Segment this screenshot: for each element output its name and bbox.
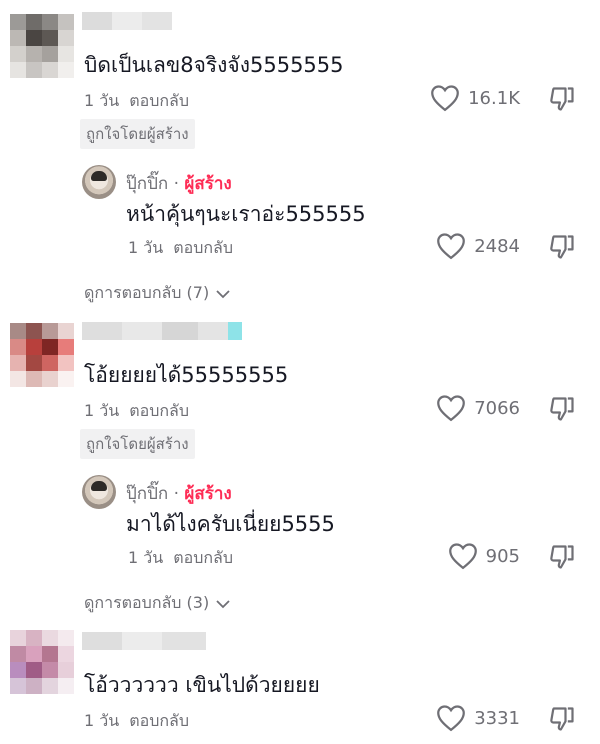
- view-replies-label: ดูการตอบกลับ (3): [84, 593, 210, 612]
- chevron-down-icon: [216, 599, 230, 608]
- chevron-down-icon: [216, 289, 230, 298]
- heart-icon: [437, 233, 466, 260]
- reply-text: มาได้ไงครับเนี่ยย5555: [126, 512, 335, 536]
- comment-meta: 1 วัน ตอบกลับ: [84, 89, 189, 114]
- comment-text: โอ้ยยยยได้55555555: [84, 363, 289, 387]
- reply-button[interactable]: ตอบกลับ: [173, 238, 233, 257]
- dislike-icon[interactable]: [548, 233, 576, 261]
- creator-label: ผู้สร้าง: [184, 484, 232, 504]
- username-blurred[interactable]: [82, 12, 172, 30]
- like-count: 16.1K: [468, 87, 520, 109]
- heart-icon: [431, 85, 459, 112]
- avatar[interactable]: [10, 323, 74, 387]
- dislike-icon[interactable]: [548, 543, 576, 571]
- heart-icon: [437, 395, 466, 422]
- comment-time: 1 วัน: [84, 401, 120, 420]
- reply-meta: 1 วัน ตอบกลับ: [128, 546, 233, 571]
- separator-dot: ·: [173, 484, 179, 504]
- like-button[interactable]: 16.1K: [430, 84, 520, 112]
- heart-icon: [437, 705, 466, 732]
- reply-author: ปุ๊กปิ๊ก · ผู้สร้าง: [126, 480, 232, 507]
- reply-meta: 1 วัน ตอบกลับ: [128, 236, 233, 261]
- comment-meta: 1 วัน ตอบกลับ: [84, 399, 189, 424]
- reply-username[interactable]: ปุ๊กปิ๊ก: [126, 484, 168, 504]
- creator-avatar[interactable]: [82, 165, 116, 199]
- avatar[interactable]: [10, 630, 74, 694]
- like-button[interactable]: 905: [448, 542, 520, 570]
- reply-time: 1 วัน: [128, 548, 164, 567]
- avatar[interactable]: [10, 14, 74, 78]
- comment-text: โอ้วววววว เขินไปด้วยยยย: [84, 673, 320, 697]
- like-button[interactable]: 7066: [436, 394, 520, 422]
- creator-label: ผู้สร้าง: [184, 174, 232, 194]
- view-replies-label: ดูการตอบกลับ (7): [84, 283, 210, 302]
- liked-by-creator-badge: ถูกใจโดยผู้สร้าง: [80, 119, 195, 149]
- comment-meta: 1 วัน ตอบกลับ: [84, 709, 189, 734]
- like-button[interactable]: 3331: [436, 704, 520, 732]
- reply-author: ปุ๊กปิ๊ก · ผู้สร้าง: [126, 170, 232, 197]
- username-blurred[interactable]: [82, 632, 206, 650]
- liked-by-creator-badge: ถูกใจโดยผู้สร้าง: [80, 429, 195, 459]
- separator-dot: ·: [173, 174, 179, 194]
- like-count: 905: [485, 545, 520, 567]
- view-replies-button[interactable]: ดูการตอบกลับ (7): [84, 281, 231, 306]
- reply-button[interactable]: ตอบกลับ: [129, 711, 189, 730]
- like-button[interactable]: 2484: [436, 232, 520, 260]
- dislike-icon[interactable]: [548, 705, 576, 733]
- heart-icon: [448, 543, 477, 570]
- like-count: 3331: [474, 707, 520, 729]
- view-replies-button[interactable]: ดูการตอบกลับ (3): [84, 591, 231, 616]
- reply-username[interactable]: ปุ๊กปิ๊ก: [126, 174, 168, 194]
- reply-button[interactable]: ตอบกลับ: [129, 91, 189, 110]
- dislike-icon[interactable]: [548, 85, 576, 113]
- like-count: 7066: [474, 397, 520, 419]
- reply-time: 1 วัน: [128, 238, 164, 257]
- comment-time: 1 วัน: [84, 91, 120, 110]
- username-blurred[interactable]: [82, 322, 242, 340]
- reply-text: หน้าคุ้นๆนะเราอ่ะ555555: [126, 202, 366, 226]
- creator-avatar[interactable]: [82, 475, 116, 509]
- dislike-icon[interactable]: [548, 395, 576, 423]
- reply-button[interactable]: ตอบกลับ: [129, 401, 189, 420]
- comment-text: บิดเป็นเลข8จริงจัง5555555: [84, 53, 344, 77]
- like-count: 2484: [474, 235, 520, 257]
- comment-time: 1 วัน: [84, 711, 120, 730]
- reply-button[interactable]: ตอบกลับ: [173, 548, 233, 567]
